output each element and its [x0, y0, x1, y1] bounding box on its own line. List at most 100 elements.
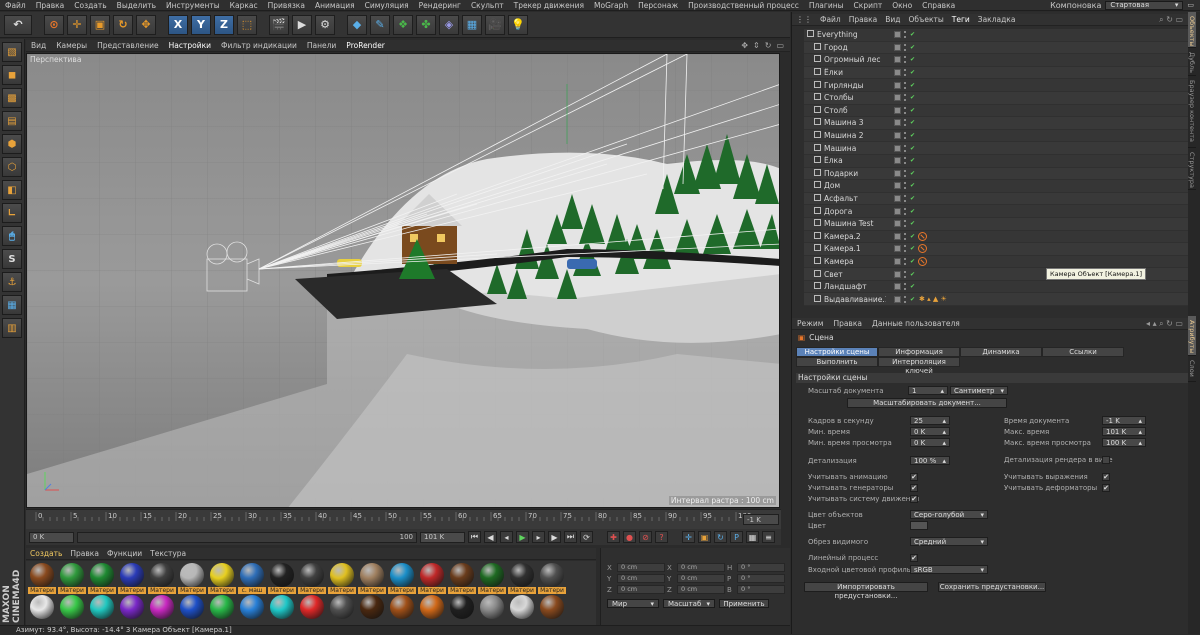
- material-swatch[interactable]: [418, 595, 446, 626]
- end-frame-field[interactable]: 101 K: [420, 531, 465, 543]
- layout-select[interactable]: Стартовая ▾: [1105, 0, 1184, 10]
- visibility-dots-icon[interactable]: [904, 56, 907, 64]
- previous-key-icon[interactable]: ◀: [484, 531, 497, 543]
- texture-mode-icon[interactable]: ▩: [2, 88, 22, 108]
- color-swatch[interactable]: [910, 521, 928, 530]
- protection-tag-icon[interactable]: [918, 231, 928, 241]
- clip-select[interactable]: Средний ▾: [910, 537, 988, 546]
- object-row[interactable]: Everything ✔: [804, 29, 1189, 42]
- object-row[interactable]: Асфальт ✔: [804, 192, 1189, 206]
- visibility-dots-icon[interactable]: [904, 157, 907, 165]
- undo-icon[interactable]: ↶: [4, 14, 32, 35]
- go-to-end-icon[interactable]: ⏭: [564, 531, 577, 543]
- viewport-3d[interactable]: Перспектива Интервал растра : 100 cm: [26, 53, 780, 508]
- layer-icon[interactable]: [894, 119, 901, 127]
- maximize-icon[interactable]: ▭: [776, 41, 784, 50]
- menu-select[interactable]: Выделить: [112, 1, 161, 10]
- enabled-check-icon[interactable]: ✔: [910, 157, 915, 164]
- layer-icon[interactable]: [894, 106, 901, 114]
- menu-create[interactable]: Создать: [69, 1, 111, 10]
- enabled-check-icon[interactable]: ✔: [910, 132, 915, 139]
- material-swatch[interactable]: [208, 595, 236, 626]
- coord-field[interactable]: 0 °: [737, 574, 785, 583]
- tab-dynamics[interactable]: Динамика: [960, 347, 1042, 357]
- rotate-icon[interactable]: ↻: [113, 14, 133, 35]
- enabled-check-icon[interactable]: ✔: [910, 271, 915, 278]
- object-row[interactable]: Машина Test ✔: [804, 217, 1189, 231]
- record-icon[interactable]: ●: [623, 531, 636, 543]
- floor-icon[interactable]: ▦: [462, 14, 482, 35]
- object-row[interactable]: Гирлянды ✔: [804, 79, 1189, 92]
- enabled-check-icon[interactable]: ✔: [910, 69, 915, 76]
- layer-icon[interactable]: [894, 245, 901, 253]
- object-row[interactable]: Камера ✔: [804, 255, 1189, 269]
- previous-frame-icon[interactable]: ◂: [500, 531, 513, 543]
- polygons-mode-icon[interactable]: ◧: [2, 180, 22, 200]
- key-param-icon[interactable]: P: [730, 531, 743, 543]
- key-scale-icon[interactable]: ▣: [698, 531, 711, 543]
- vp-menu-display[interactable]: Представление: [92, 41, 164, 50]
- layer-icon[interactable]: [894, 270, 901, 278]
- play-icon[interactable]: ▶: [516, 531, 529, 543]
- vtab-content-browser[interactable]: Браузер контента: [1188, 76, 1196, 148]
- layer-icon[interactable]: [894, 295, 901, 303]
- menu-render[interactable]: Рендеринг: [414, 1, 466, 10]
- visibility-dots-icon[interactable]: [904, 257, 907, 265]
- enabled-check-icon[interactable]: ✔: [910, 245, 915, 252]
- visibility-dots-icon[interactable]: [904, 182, 907, 190]
- grid-icon[interactable]: ▦: [2, 295, 22, 315]
- material-swatch[interactable]: Матери: [178, 563, 206, 594]
- object-row[interactable]: Машина ✔: [804, 142, 1189, 155]
- layer-icon[interactable]: [894, 69, 901, 77]
- render-lod-checkbox[interactable]: [1102, 456, 1110, 464]
- layer-icon[interactable]: [894, 232, 901, 240]
- doc-scale-field[interactable]: 1 ▴: [908, 386, 948, 395]
- layer-icon[interactable]: [894, 283, 901, 291]
- autokey-icon[interactable]: ⊘: [639, 531, 652, 543]
- points-mode-icon[interactable]: ⬢: [2, 134, 22, 154]
- model-mode-icon[interactable]: ◼: [2, 65, 22, 85]
- om-menu-view[interactable]: Вид: [881, 15, 904, 24]
- material-swatch[interactable]: [298, 595, 326, 626]
- start-frame-field[interactable]: 0 K: [29, 531, 74, 543]
- material-swatch[interactable]: Матери: [58, 563, 86, 594]
- make-editable-icon[interactable]: ▧: [2, 42, 22, 62]
- mat-menu-create[interactable]: Создать: [26, 549, 66, 558]
- material-swatch[interactable]: Матери: [208, 563, 236, 594]
- scale-icon[interactable]: ▣: [90, 14, 110, 35]
- enabled-check-icon[interactable]: ✔: [910, 56, 915, 63]
- object-row[interactable]: Столб ✔: [804, 104, 1189, 118]
- object-row[interactable]: Подарки ✔: [804, 167, 1189, 181]
- y-axis-icon[interactable]: Y: [191, 14, 211, 35]
- subdivision-icon[interactable]: ❖: [393, 14, 413, 35]
- am-menu-userdata[interactable]: Данные пользователя: [867, 319, 965, 328]
- layer-icon[interactable]: [894, 56, 901, 64]
- edges-mode-icon[interactable]: ⬡: [2, 157, 22, 177]
- object-row[interactable]: Дом ✔: [804, 180, 1189, 193]
- visibility-dots-icon[interactable]: [904, 119, 907, 127]
- enabled-check-icon[interactable]: ✔: [910, 195, 915, 202]
- am-menu-edit[interactable]: Правка: [828, 319, 867, 328]
- visibility-dots-icon[interactable]: [904, 270, 907, 278]
- menu-plugins[interactable]: Плагины: [804, 1, 849, 10]
- menu-mesh[interactable]: Каркас: [225, 1, 263, 10]
- coord-field[interactable]: 0 cm: [677, 574, 725, 583]
- loop-icon[interactable]: ⟳: [580, 531, 593, 543]
- om-menu-edit[interactable]: Правка: [845, 15, 882, 24]
- object-row[interactable]: Камера.1 ✔: [804, 243, 1189, 256]
- visibility-dots-icon[interactable]: [904, 207, 907, 215]
- bend-icon[interactable]: ◈: [439, 14, 459, 35]
- planar-workplane-icon[interactable]: ▥: [2, 318, 22, 338]
- object-row[interactable]: Дорога ✔: [804, 205, 1189, 218]
- pan-icon[interactable]: ✥: [741, 41, 748, 50]
- tab-scene-settings[interactable]: Настройки сцены: [796, 347, 878, 357]
- mat-menu-function[interactable]: Функции: [103, 549, 146, 558]
- om-drag-handle-icon[interactable]: ⋮⋮: [792, 15, 816, 24]
- material-swatch[interactable]: Матери: [268, 563, 296, 594]
- object-row[interactable]: Ёлка ✔: [804, 154, 1189, 168]
- enabled-check-icon[interactable]: ✔: [910, 31, 915, 38]
- render-view-icon[interactable]: 🎬: [269, 14, 289, 35]
- menu-sculpt[interactable]: Скульпт: [466, 1, 509, 10]
- om-menu-objects[interactable]: Объекты: [905, 15, 948, 24]
- use-expr-checkbox[interactable]: ✔: [1102, 473, 1110, 481]
